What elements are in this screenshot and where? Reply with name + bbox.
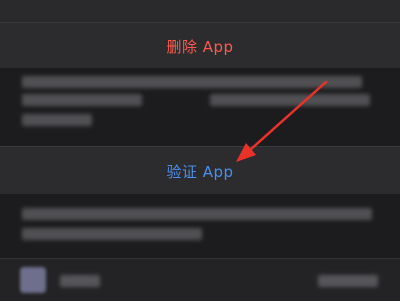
delete-app-description	[0, 68, 400, 146]
blurred-text-line	[22, 228, 202, 240]
delete-app-button[interactable]: 删除 App	[0, 22, 400, 70]
blurred-text-line	[22, 76, 362, 88]
verify-app-label: 验证 App	[166, 162, 234, 181]
verify-app-button[interactable]: 验证 App	[0, 146, 400, 196]
app-info-row[interactable]	[0, 258, 400, 301]
blurred-text-line	[22, 94, 142, 106]
blurred-app-size	[318, 275, 378, 287]
verify-app-description	[0, 194, 400, 258]
delete-app-label: 删除 App	[166, 37, 234, 56]
blurred-app-name	[60, 275, 100, 287]
blurred-text-line	[210, 94, 370, 106]
blurred-text-line	[22, 208, 372, 220]
top-strip	[0, 0, 400, 22]
blurred-text-line	[22, 114, 92, 126]
app-icon	[20, 267, 46, 293]
